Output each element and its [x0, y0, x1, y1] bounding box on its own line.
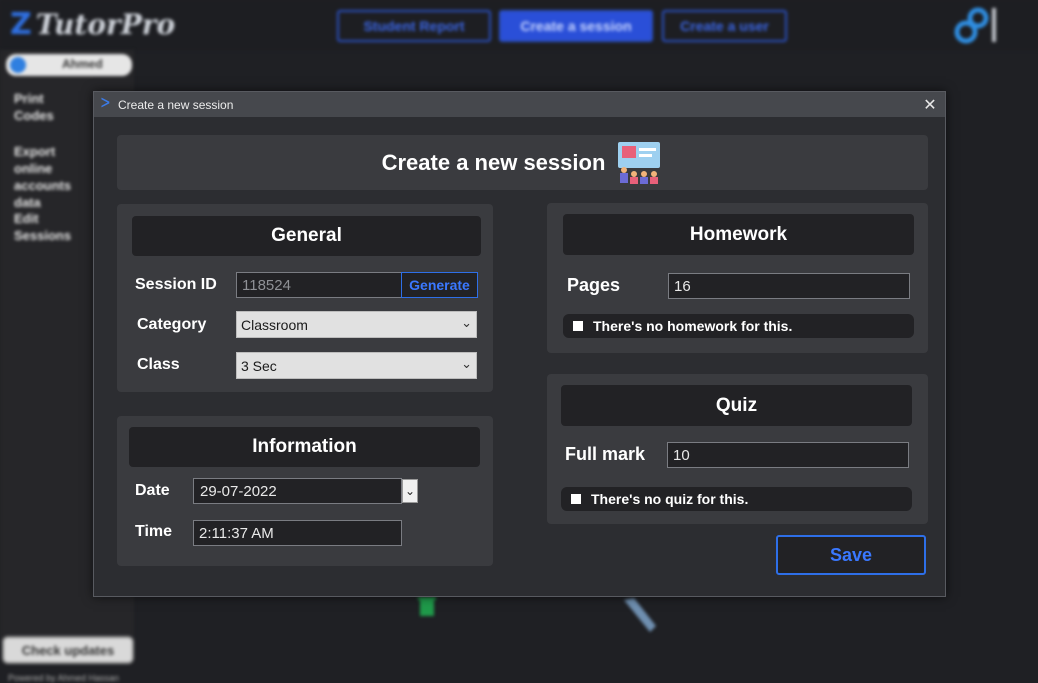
- check-updates-button[interactable]: Check updates: [2, 636, 134, 664]
- session-id-label: Session ID: [135, 276, 217, 293]
- homework-panel: Homework Pages 16 There's no homework fo…: [547, 203, 928, 353]
- quiz-panel: Quiz Full mark 10 There's no quiz for th…: [547, 374, 928, 524]
- user-name: Ahmed: [62, 57, 103, 71]
- user-chip[interactable]: Ahmed: [6, 54, 132, 76]
- sidebar-item-export[interactable]: Export online accounts data: [14, 143, 94, 211]
- classroom-illustration-icon: [618, 141, 661, 184]
- chevron-down-icon: ⌄: [461, 315, 472, 330]
- save-button[interactable]: Save: [776, 535, 926, 575]
- window-title: Create a new session: [118, 98, 234, 112]
- class-value: 3 Sec: [241, 358, 277, 374]
- nav-student-report[interactable]: Student Report: [337, 10, 491, 42]
- class-label: Class: [137, 356, 180, 373]
- pages-input[interactable]: 16: [668, 273, 910, 299]
- trash-icon: [418, 597, 436, 616]
- app-logo: Z TutorPro: [10, 4, 175, 44]
- quiz-title: Quiz: [561, 385, 912, 426]
- time-label: Time: [135, 523, 173, 540]
- app-topbar: Z TutorPro Student Report Create a sessi…: [0, 0, 1038, 50]
- checkbox-icon[interactable]: [571, 494, 581, 504]
- date-input[interactable]: 29-07-2022: [193, 478, 402, 504]
- sidebar-item-print-codes[interactable]: Print Codes: [14, 90, 74, 124]
- session-id-input[interactable]: 118524: [236, 272, 402, 298]
- pen-icon: [624, 598, 656, 632]
- pages-label: Pages: [567, 275, 621, 295]
- sidebar-item-edit-sessions[interactable]: Edit Sessions: [14, 210, 84, 244]
- general-title: General: [132, 216, 481, 256]
- dialog-header: Create a new session: [117, 135, 928, 190]
- no-quiz-label: There's no quiz for this.: [591, 491, 749, 507]
- logo-mark: Z: [10, 6, 32, 42]
- no-homework-label: There's no homework for this.: [593, 318, 793, 334]
- app-icon: ᐳ: [101, 96, 110, 110]
- create-session-dialog: ᐳ Create a new session ✕ Create a new se…: [93, 91, 946, 597]
- dialog-titlebar[interactable]: ᐳ Create a new session ✕: [94, 92, 945, 117]
- information-panel: Information Date 29-07-2022 ⌄ Time 2:11:…: [117, 416, 493, 566]
- checkbox-icon[interactable]: [573, 321, 583, 331]
- general-panel: General Session ID 118524 Generate Categ…: [117, 204, 493, 392]
- information-title: Information: [129, 427, 480, 467]
- nav-create-user[interactable]: Create a user: [662, 10, 787, 42]
- homework-title: Homework: [563, 214, 914, 255]
- category-select[interactable]: Classroom ⌄: [236, 311, 477, 338]
- class-select[interactable]: 3 Sec ⌄: [236, 352, 477, 379]
- calendar-dropdown-icon[interactable]: ⌄: [402, 479, 418, 503]
- full-mark-input[interactable]: 10: [667, 442, 909, 468]
- time-input[interactable]: 2:11:37 AM: [193, 520, 402, 546]
- category-label: Category: [137, 316, 207, 333]
- chevron-down-icon: ⌄: [461, 356, 472, 371]
- nav-create-session[interactable]: Create a session: [499, 10, 653, 42]
- close-icon[interactable]: ✕: [920, 95, 940, 115]
- avatar-icon: [10, 57, 26, 73]
- generate-button[interactable]: Generate: [401, 272, 478, 298]
- page-title: Create a new session: [381, 149, 606, 175]
- powered-by: Powered by Ahmed Hassan: [8, 673, 120, 683]
- no-quiz-checkbox[interactable]: There's no quiz for this.: [561, 487, 912, 511]
- logo-text: TutorPro: [35, 7, 176, 41]
- no-homework-checkbox[interactable]: There's no homework for this.: [563, 314, 914, 338]
- full-mark-label: Full mark: [565, 444, 646, 464]
- settings-gear-icon[interactable]: [952, 6, 998, 44]
- category-value: Classroom: [241, 317, 308, 333]
- date-label: Date: [135, 482, 170, 499]
